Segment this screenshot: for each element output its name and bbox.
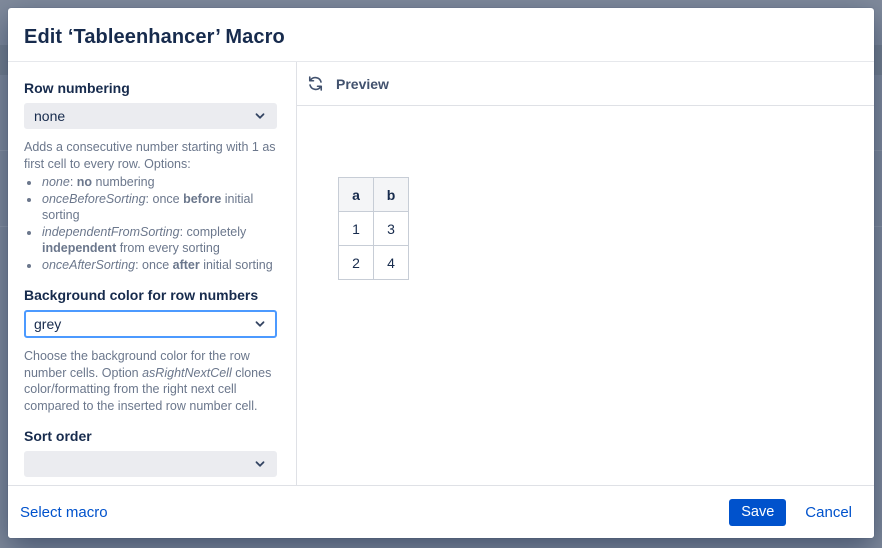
- preview-table-cell: 2: [339, 246, 374, 280]
- preview-panel: Preview ab1324: [297, 62, 874, 485]
- preview-table: ab1324: [338, 177, 409, 280]
- description-bullet: onceAfterSorting: once after initial sor…: [41, 257, 277, 274]
- preview-table-cell: 3: [374, 212, 409, 246]
- preview-title: Preview: [336, 76, 389, 92]
- description-bullet: independentFromSorting: completely indep…: [41, 224, 277, 257]
- preview-body: ab1324: [297, 106, 874, 485]
- background-color-label: Background color for row numbers: [24, 287, 277, 304]
- row-numbering-select[interactable]: none: [24, 103, 277, 129]
- row-numbering-value: none: [34, 108, 253, 124]
- description-intro: Adds a consecutive number starting with …: [24, 139, 277, 172]
- preview-header: Preview: [297, 62, 874, 106]
- preview-table-cell: 4: [374, 246, 409, 280]
- preview-table-header-cell: a: [339, 178, 374, 212]
- field-row-numbering: Row numbering none Adds a consecutive nu…: [24, 80, 277, 273]
- dialog-header: Edit ‘Tableenhancer’ Macro: [8, 8, 874, 62]
- macro-editor-dialog: Edit ‘Tableenhancer’ Macro Row numbering…: [8, 8, 874, 538]
- chevron-down-icon: [253, 109, 267, 123]
- background-color-description: Choose the background color for the row …: [24, 348, 277, 414]
- description-bullet: none: no numbering: [41, 174, 277, 191]
- save-button[interactable]: Save: [729, 499, 786, 526]
- preview-table-row: 13: [339, 212, 409, 246]
- sort-order-select[interactable]: [24, 451, 277, 477]
- refresh-preview-button[interactable]: [307, 75, 324, 92]
- chevron-down-icon: [253, 317, 267, 331]
- field-sort-order: Sort order: [24, 428, 277, 477]
- select-macro-link[interactable]: Select macro: [20, 504, 108, 521]
- page-backdrop: { "dialog": { "title": "Edit ‘Tableenhan…: [0, 0, 882, 548]
- description-bullet-list: none: no numberingonceBeforeSorting: onc…: [24, 174, 277, 273]
- chevron-down-icon: [253, 457, 267, 471]
- dialog-body: Row numbering none Adds a consecutive nu…: [8, 62, 874, 485]
- preview-table-cell: 1: [339, 212, 374, 246]
- preview-table-header-row: ab: [339, 178, 409, 212]
- background-color-select[interactable]: grey: [24, 310, 277, 338]
- row-numbering-description: Adds a consecutive number starting with …: [24, 139, 277, 273]
- dialog-title: Edit ‘Tableenhancer’ Macro: [24, 26, 858, 49]
- row-numbering-label: Row numbering: [24, 80, 277, 97]
- preview-table-row: 24: [339, 246, 409, 280]
- refresh-icon: [307, 75, 324, 92]
- cancel-link[interactable]: Cancel: [805, 504, 852, 521]
- macro-parameters-panel[interactable]: Row numbering none Adds a consecutive nu…: [8, 62, 297, 485]
- description-bullet: onceBeforeSorting: once before initial s…: [41, 191, 277, 224]
- dialog-footer: Select macro Save Cancel: [8, 485, 874, 538]
- sort-order-label: Sort order: [24, 428, 277, 445]
- background-color-value: grey: [34, 316, 253, 332]
- field-background-color: Background color for row numbers grey Ch…: [24, 287, 277, 414]
- preview-table-header-cell: b: [374, 178, 409, 212]
